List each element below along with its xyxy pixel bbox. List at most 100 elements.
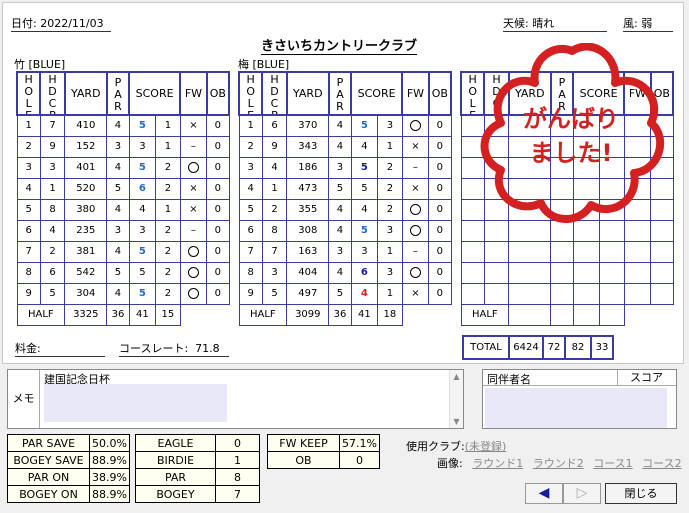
hole-row[interactable]: 5 8 380 4 4 1 × 0 bbox=[16, 198, 230, 221]
hole-row[interactable]: 7 2 381 4 5 2 0 bbox=[16, 240, 230, 263]
cell-par: 4 bbox=[106, 198, 130, 221]
cell-ob: 0 bbox=[206, 114, 230, 137]
hole-row[interactable]: 7 7 163 3 3 1–0 bbox=[238, 240, 452, 263]
image-link-course2[interactable]: コース2 bbox=[642, 457, 681, 470]
cell-score: 6 bbox=[128, 177, 157, 200]
cell-score: 5 bbox=[128, 240, 157, 263]
cell-fw: – bbox=[401, 240, 430, 263]
hole-row[interactable]: 1 6 370 4 5 3 0 bbox=[238, 114, 452, 137]
cell-par: 5 bbox=[328, 177, 352, 200]
cell-hdcp: 4 bbox=[261, 156, 288, 179]
weather-value: 晴れ bbox=[532, 17, 555, 30]
cell-hole: 4 bbox=[16, 177, 41, 200]
cell-score: 3 bbox=[128, 135, 157, 158]
hole-row[interactable]: 9 5 497 5 4 1 × 0 bbox=[238, 282, 452, 305]
cell-hole: 7 bbox=[238, 240, 263, 263]
cell-hdcp bbox=[483, 282, 510, 305]
image-link-round1[interactable]: ラウンド1 bbox=[472, 457, 523, 470]
cell-putt bbox=[599, 219, 625, 242]
cell-yard: 520 bbox=[64, 177, 108, 200]
next-button[interactable]: ▷ bbox=[563, 483, 601, 504]
hole-row[interactable]: 5 2 355 4 4 2 0 bbox=[238, 198, 452, 221]
hole-row[interactable]: 1 7 410 4 5 1 × 0 bbox=[16, 114, 230, 137]
memo-input[interactable] bbox=[44, 384, 227, 422]
stamp-line1: がんばり bbox=[523, 105, 619, 133]
hole-row[interactable] bbox=[460, 261, 674, 284]
half-label: HALF bbox=[16, 303, 66, 326]
half-blank bbox=[624, 304, 673, 325]
cell-fw: × bbox=[401, 135, 430, 158]
hole-row[interactable]: 2 9 343 4 4 1 × 0 bbox=[238, 135, 452, 158]
course-rate-field: コースレート: 71.8 bbox=[119, 341, 229, 357]
cell-score: 5 bbox=[350, 156, 379, 179]
prev-arrow-icon: ◀ bbox=[538, 485, 550, 501]
cell-par: 4 bbox=[106, 240, 130, 263]
cell-par: 5 bbox=[106, 261, 130, 284]
club-use-link[interactable]: (未登録) bbox=[465, 440, 507, 453]
next-arrow-icon: ▷ bbox=[576, 485, 588, 501]
hole-row[interactable]: 6 4 235 3 3 2–0 bbox=[16, 219, 230, 242]
cell-ob: 0 bbox=[428, 219, 452, 242]
hole-row[interactable]: 4 1 473 5 5 2 × 0 bbox=[238, 177, 452, 200]
cell-ob: 0 bbox=[206, 282, 230, 305]
fairway-hit-icon bbox=[187, 266, 199, 278]
cell-ob: 0 bbox=[428, 240, 452, 263]
hole-row[interactable]: 6 8 308 4 5 3 0 bbox=[238, 219, 452, 242]
hole-row[interactable]: 3 4 186 3 5 2–0 bbox=[238, 156, 452, 179]
memo-label: メモ bbox=[8, 370, 40, 428]
cell-par bbox=[550, 282, 574, 305]
hole-row[interactable]: 4 1 520 5 6 2 × 0 bbox=[16, 177, 230, 200]
companions-list[interactable] bbox=[485, 388, 667, 428]
scroll-up-icon[interactable]: ▲ bbox=[450, 372, 463, 381]
stat-value: 57.1% bbox=[339, 434, 380, 452]
cell-hole: 8 bbox=[238, 261, 263, 284]
cell-score: 5 bbox=[128, 261, 157, 284]
stamp-line2: ました! bbox=[530, 139, 613, 167]
cell-putt: 3 bbox=[377, 261, 403, 284]
close-button[interactable]: 閉じる bbox=[605, 483, 677, 504]
image-link-course1[interactable]: コース1 bbox=[593, 457, 632, 470]
cell-ob: 0 bbox=[428, 135, 452, 158]
stat-label: OB bbox=[267, 451, 340, 469]
image-link-round2[interactable]: ラウンド2 bbox=[533, 457, 584, 470]
half-par: 36 bbox=[328, 303, 352, 326]
image-label: 画像: bbox=[437, 457, 463, 470]
cell-hdcp: 9 bbox=[39, 135, 66, 158]
scroll-down-icon[interactable]: ▼ bbox=[450, 417, 463, 426]
memo-scrollbar[interactable]: ▲ ▼ bbox=[449, 370, 463, 428]
weather-label: 天候 bbox=[503, 17, 525, 30]
cell-putt: 1 bbox=[155, 114, 181, 137]
hole-row[interactable]: 8 3 404 4 6 3 0 bbox=[238, 261, 452, 284]
stat-label: BOGEY ON bbox=[7, 485, 90, 503]
half-yard: 3099 bbox=[286, 303, 330, 326]
cell-score: 6 bbox=[350, 261, 379, 284]
hole-row[interactable] bbox=[460, 219, 674, 242]
scorecard-panel: 日付: 2022/11/03 天候: 晴れ 風: 弱 きさいちカントリークラブ … bbox=[2, 2, 684, 364]
hole-row[interactable]: 3 3 401 4 5 2 0 bbox=[16, 156, 230, 179]
total-score: 82 bbox=[564, 335, 592, 360]
hole-row[interactable] bbox=[460, 282, 674, 305]
scorecard-window: 日付: 2022/11/03 天候: 晴れ 風: 弱 きさいちカントリークラブ … bbox=[0, 0, 689, 513]
cell-ob: 0 bbox=[206, 219, 230, 242]
cell-score: 3 bbox=[350, 240, 379, 263]
stat-label: PAR ON bbox=[7, 468, 90, 486]
half-putt bbox=[599, 303, 625, 326]
cell-ob: 0 bbox=[428, 261, 452, 284]
cell-hole: 2 bbox=[16, 135, 41, 158]
hole-row[interactable] bbox=[460, 240, 674, 263]
cell-par bbox=[550, 240, 574, 263]
stat-label: BOGEY bbox=[135, 485, 216, 503]
hole-row[interactable]: 2 9 152 3 3 1–0 bbox=[16, 135, 230, 158]
cell-par: 4 bbox=[328, 261, 352, 284]
stat-label: PAR bbox=[135, 468, 216, 486]
hole-row[interactable]: 9 5 304 4 5 2 0 bbox=[16, 282, 230, 305]
cell-score: 5 bbox=[128, 114, 157, 137]
stat-value: 1 bbox=[215, 451, 260, 469]
cell-ob bbox=[650, 219, 674, 242]
cell-hole: 5 bbox=[238, 198, 263, 221]
hole-row[interactable]: 8 6 542 5 5 2 0 bbox=[16, 261, 230, 284]
cell-hdcp: 2 bbox=[261, 198, 288, 221]
course-rate-value: 71.8 bbox=[195, 342, 220, 355]
prev-button[interactable]: ◀ bbox=[525, 483, 563, 504]
cell-par: 5 bbox=[328, 282, 352, 305]
